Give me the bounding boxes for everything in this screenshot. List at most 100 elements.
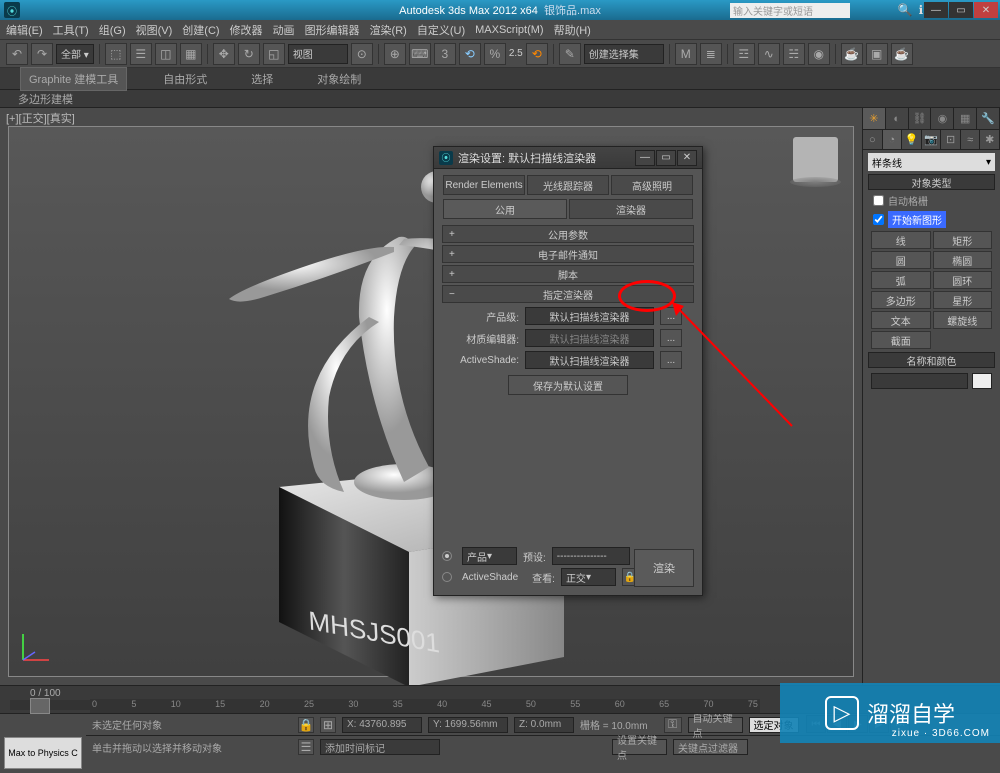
filter-dropdown[interactable]: 全部 ▾	[56, 44, 94, 64]
dialog-titlebar[interactable]: ⦿ 渲染设置: 默认扫描线渲染器 — ▭ ✕	[434, 147, 702, 169]
btn-line[interactable]: 线	[871, 231, 931, 249]
object-color-swatch[interactable]	[972, 373, 992, 389]
key-icon[interactable]: ⚿	[664, 717, 682, 733]
rollout-object-type[interactable]: 对象类型	[868, 174, 995, 190]
spacewarps-subtab-icon[interactable]: ≈	[961, 130, 981, 149]
lights-subtab-icon[interactable]: 💡	[902, 130, 922, 149]
hierarchy-tab-icon[interactable]: ⛓	[909, 108, 932, 129]
btn-circle[interactable]: 圆	[871, 251, 931, 269]
menu-help[interactable]: 帮助(H)	[554, 22, 591, 38]
lock-selection-icon[interactable]: 🔒	[298, 717, 314, 733]
refcoord-dropdown[interactable]: 视图	[288, 44, 348, 64]
time-ruler[interactable]: 051015202530354045505560657075	[90, 699, 760, 713]
rendered-frame-icon[interactable]: ▣	[866, 43, 888, 65]
motion-tab-icon[interactable]: ◉	[931, 108, 954, 129]
btn-helix[interactable]: 螺旋线	[933, 311, 993, 329]
dialog-minimize-button[interactable]: —	[635, 150, 655, 166]
utilities-tab-icon[interactable]: 🔧	[977, 108, 1000, 129]
curve-editor-icon[interactable]: ∿	[758, 43, 780, 65]
viewport[interactable]: MHSJS001 MHS	[8, 126, 854, 677]
tab-render-elements[interactable]: Render Elements	[443, 175, 525, 195]
radio-activeshade[interactable]	[442, 572, 452, 582]
percent-snap-icon[interactable]: %	[484, 43, 506, 65]
production-choose-button[interactable]: ...	[660, 307, 682, 325]
select-region-icon[interactable]: ◫	[155, 43, 177, 65]
view-dropdown[interactable]: 正交 ▾	[561, 568, 616, 586]
tab-raytracer[interactable]: 光线跟踪器	[527, 175, 609, 195]
search-icon[interactable]: 🔍	[898, 3, 913, 17]
move-icon[interactable]: ✥	[213, 43, 235, 65]
z-coord[interactable]: Z: 0.0mm	[514, 717, 574, 733]
manipulate-icon[interactable]: ⊕	[384, 43, 406, 65]
cameras-subtab-icon[interactable]: 📷	[922, 130, 942, 149]
menu-tools[interactable]: 工具(T)	[53, 22, 89, 38]
btn-rectangle[interactable]: 矩形	[933, 231, 993, 249]
render-button[interactable]: 渲染	[634, 549, 694, 587]
render-icon[interactable]: ☕	[891, 43, 913, 65]
object-name-input[interactable]	[871, 373, 968, 389]
angle-snap-icon[interactable]: ⟲	[459, 43, 481, 65]
create-tab-icon[interactable]: ✳	[863, 108, 886, 129]
select-name-icon[interactable]: ☰	[130, 43, 152, 65]
activeshade-choose-button[interactable]: ...	[660, 351, 682, 369]
pivot-icon[interactable]: ⊙	[351, 43, 373, 65]
mateditor-choose-button[interactable]: ...	[660, 329, 682, 347]
rollout-name-color[interactable]: 名称和颜色	[868, 352, 995, 368]
select-icon[interactable]: ⬚	[105, 43, 127, 65]
rollout-assign-renderer[interactable]: −指定渲染器	[442, 285, 694, 303]
category-dropdown[interactable]: 样条线▾	[868, 153, 995, 171]
rotate-icon[interactable]: ↻	[238, 43, 260, 65]
target-dropdown[interactable]: 产品 ▾	[462, 547, 517, 565]
btn-ngon[interactable]: 多边形	[871, 291, 931, 309]
y-coord[interactable]: Y: 1699.56mm	[428, 717, 508, 733]
auto-key-button[interactable]: 自动关键点	[688, 717, 743, 733]
ribbon-tab-paint[interactable]: 对象绘制	[309, 68, 369, 90]
menu-maxscript[interactable]: MAXScript(M)	[475, 24, 543, 36]
mirror-icon[interactable]: M	[675, 43, 697, 65]
script-listener-icon[interactable]: ☰	[298, 739, 314, 755]
menu-customize[interactable]: 自定义(U)	[417, 22, 465, 38]
coord-display-icon[interactable]: ⊞	[320, 717, 336, 733]
btn-text[interactable]: 文本	[871, 311, 931, 329]
viewcube-icon[interactable]	[793, 137, 838, 182]
dialog-close-button[interactable]: ✕	[677, 150, 697, 166]
spinner-snap-icon[interactable]: ⟲	[526, 43, 548, 65]
startnew-checkbox[interactable]	[873, 214, 884, 225]
menu-modifiers[interactable]: 修改器	[230, 22, 263, 38]
rollout-scripts[interactable]: +脚本	[442, 265, 694, 283]
snap-icon[interactable]: 3	[434, 43, 456, 65]
close-button[interactable]: ✕	[974, 2, 998, 18]
rollout-email[interactable]: +电子邮件通知	[442, 245, 694, 263]
geometry-subtab-icon[interactable]: ○	[863, 130, 883, 149]
ribbon-tab-freeform[interactable]: 自由形式	[155, 68, 215, 90]
scale-icon[interactable]: ◱	[263, 43, 285, 65]
display-tab-icon[interactable]: ▦	[954, 108, 977, 129]
btn-donut[interactable]: 圆环	[933, 271, 993, 289]
schematic-icon[interactable]: ☵	[783, 43, 805, 65]
tab-adv-lighting[interactable]: 高级照明	[611, 175, 693, 195]
align-icon[interactable]: ≣	[700, 43, 722, 65]
menu-view[interactable]: 视图(V)	[136, 22, 173, 38]
modify-tab-icon[interactable]: ◐	[886, 108, 909, 129]
radio-product[interactable]	[442, 551, 452, 561]
maximize-button[interactable]: ▭	[949, 2, 973, 18]
menu-rendering[interactable]: 渲染(R)	[370, 22, 407, 38]
layer-icon[interactable]: ☲	[733, 43, 755, 65]
preset-dropdown[interactable]: ---------------	[552, 547, 630, 565]
redo-icon[interactable]: ↷	[31, 43, 53, 65]
max-physics-button[interactable]: Max to Physics C	[4, 737, 82, 769]
helpers-subtab-icon[interactable]: ⊡	[941, 130, 961, 149]
editset-icon[interactable]: ✎	[559, 43, 581, 65]
ribbon-tab-selection[interactable]: 选择	[243, 68, 281, 90]
autogrid-checkbox[interactable]	[873, 195, 884, 206]
add-time-tag[interactable]: 添加时间标记	[320, 739, 440, 755]
btn-arc[interactable]: 弧	[871, 271, 931, 289]
keyboard-icon[interactable]: ⌨	[409, 43, 431, 65]
minimize-button[interactable]: —	[924, 2, 948, 18]
undo-icon[interactable]: ↶	[6, 43, 28, 65]
ribbon-tab-graphite[interactable]: Graphite 建模工具	[20, 67, 127, 91]
tab-common[interactable]: 公用	[443, 199, 567, 219]
save-default-button[interactable]: 保存为默认设置	[508, 375, 628, 395]
material-editor-icon[interactable]: ◉	[808, 43, 830, 65]
viewport-label[interactable]: [+][正交][真实]	[6, 110, 75, 126]
